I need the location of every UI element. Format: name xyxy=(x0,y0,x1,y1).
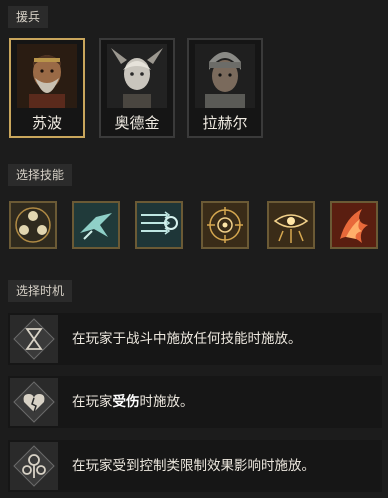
all-seeing-eye-icon xyxy=(269,203,313,247)
timing-option-on-skill-cast[interactable]: 在玩家于战斗中施放任何技能时施放。 xyxy=(8,313,382,365)
skill-slot-3[interactable] xyxy=(135,201,183,249)
mercenary-name: 奥德金 xyxy=(114,114,160,132)
skull-triad-icon xyxy=(11,203,55,247)
mercenary-card-aldkin[interactable]: 奥德金 xyxy=(99,38,175,138)
timing-option-on-damaged[interactable]: 在玩家受伤时施放。 xyxy=(8,376,382,428)
aldkin-portrait xyxy=(107,44,167,108)
timing-option-on-crowd-control[interactable]: 在玩家受到控制类限制效果影响时施放。 xyxy=(8,440,382,492)
flame-burst-icon xyxy=(332,203,376,247)
mercenary-card-raheir[interactable]: 拉赫尔 xyxy=(187,38,263,138)
section-header-timing-select: 选择时机 xyxy=(8,280,73,302)
mercenary-name: 拉赫尔 xyxy=(202,114,248,132)
timing-description: 在玩家于战斗中施放任何技能时施放。 xyxy=(72,331,302,347)
subo-portrait xyxy=(17,44,77,108)
stun-chain-icon xyxy=(10,442,58,490)
skill-slot-6[interactable] xyxy=(330,201,378,249)
hourglass-icon xyxy=(10,315,58,363)
raheir-portrait xyxy=(195,44,255,108)
timing-description: 在玩家受伤时施放。 xyxy=(72,394,194,410)
broken-heart-icon xyxy=(10,378,58,426)
mercenary-card-subo[interactable]: 苏波 xyxy=(9,38,85,138)
section-header-mercenaries: 援兵 xyxy=(8,6,49,28)
timing-description: 在玩家受到控制类限制效果影响时施放。 xyxy=(72,458,315,474)
section-header-skill-select: 选择技能 xyxy=(8,164,73,186)
skill-slot-5[interactable] xyxy=(267,201,315,249)
skill-slot-4[interactable] xyxy=(201,201,249,249)
arrow-volley-icon xyxy=(137,203,181,247)
bird-dive-icon xyxy=(74,203,118,247)
target-eye-icon xyxy=(203,203,247,247)
skill-slot-1[interactable] xyxy=(9,201,57,249)
skill-slot-2[interactable] xyxy=(72,201,120,249)
mercenary-name: 苏波 xyxy=(31,114,62,132)
